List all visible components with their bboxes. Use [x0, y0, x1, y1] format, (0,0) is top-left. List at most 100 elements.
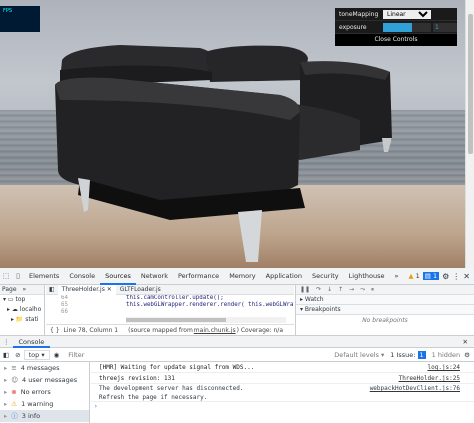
toggle-navigator-icon[interactable]: ◧	[46, 286, 58, 293]
expand-arrow-icon: ▸	[4, 412, 8, 420]
warnings-badge[interactable]: ▲ 1	[409, 272, 420, 280]
navigator-tree: ▾ ▭ top ▸ ☁ localho ▸ 📁 stati	[0, 295, 44, 325]
more-tabs-button[interactable]: »	[389, 268, 403, 285]
deactivate-breakpoints-icon[interactable]: ⤳	[360, 286, 365, 294]
console-message: [HMR] Waiting for update signal from WDS…	[91, 362, 474, 373]
dropdown-icon: ▾	[41, 350, 45, 359]
console-filter-warning[interactable]: ▸ ⚠ 1 warning	[0, 398, 89, 410]
editor-horizontal-scrollbar[interactable]	[126, 317, 286, 323]
watch-section[interactable]: ▸ Watch	[296, 295, 474, 305]
context-selector[interactable]: top ▾	[23, 349, 50, 360]
editor-scrollbar-thumb[interactable]	[126, 318, 226, 322]
file-tab-threeholder[interactable]: ThreeHolder.js ✕	[57, 284, 116, 295]
code-lines[interactable]: 64 this.camController.update(); 65 this.web…	[46, 295, 294, 317]
pause-icon[interactable]: ❚❚	[300, 286, 310, 293]
console-filter-list[interactable]: ▸ ≡ 4 messages	[0, 362, 89, 374]
pretty-print-icon[interactable]: { }	[50, 327, 60, 334]
navigator-header: Page »	[0, 285, 44, 295]
tab-lighthouse[interactable]: Lighthouse	[344, 268, 390, 285]
warning-icon: ▲	[408, 272, 414, 280]
log-levels-dropdown[interactable]: Default levels ▾	[334, 351, 384, 359]
code-line[interactable]: this.webGLWrapper.renderer.render( this.…	[126, 302, 294, 308]
tree-item[interactable]: ▸ 📁 stati	[0, 315, 44, 325]
console-filter-label: 3 info	[21, 412, 41, 420]
tab-console-drawer[interactable]: Console	[12, 336, 51, 348]
close-devtools-icon[interactable]: ✕	[463, 272, 470, 281]
console-output: [HMR] Waiting for update signal from WDS…	[91, 362, 474, 423]
editor-file-tabs: ◧ ThreeHolder.js ✕ GLTFLoader.js	[46, 284, 294, 295]
step-out-icon[interactable]: ↑	[338, 286, 343, 293]
tab-application[interactable]: Application	[261, 268, 307, 285]
tab-network[interactable]: Network	[136, 268, 173, 285]
close-controls-button[interactable]: Close Controls	[335, 34, 457, 46]
close-drawer-icon[interactable]: ✕	[463, 338, 474, 346]
clear-console-icon[interactable]: ⊘	[12, 351, 23, 359]
expand-arrow-icon: ▸	[4, 364, 8, 372]
cursor-position: Line 78, Column 1	[63, 327, 119, 334]
issues-badge[interactable]: ▤ 1	[422, 272, 440, 280]
fps-stats-panel: FPS	[0, 6, 40, 32]
tab-page[interactable]: Page	[2, 286, 17, 293]
inspect-icon[interactable]: ⬚	[0, 268, 12, 285]
console-sidebar: ▸ ≡ 4 messages ▸ ☺ 4 user messages ▸ ⊗ No errors…	[0, 362, 90, 423]
close-tab-icon[interactable]: ✕	[107, 286, 112, 293]
drawer-menu-icon[interactable]: ⋮	[0, 338, 13, 346]
step-over-icon[interactable]: ↷	[316, 286, 321, 293]
exposure-slider[interactable]	[383, 22, 431, 32]
settings-gear-icon[interactable]: ⚙	[442, 272, 449, 281]
console-filter-error[interactable]: ▸ ⊗ No errors	[0, 386, 89, 398]
tab-performance[interactable]: Performance	[173, 268, 224, 285]
console-filter-label: 4 user messages	[22, 376, 78, 384]
expand-arrow-icon: ▸	[4, 400, 8, 408]
tab-elements[interactable]: Elements	[24, 268, 64, 285]
console-prompt[interactable]: ›	[91, 402, 474, 412]
pause-on-exceptions-icon[interactable]: ⏸	[371, 286, 374, 294]
step-icon[interactable]: →	[349, 286, 354, 293]
message-text: threejs revision: 131	[99, 375, 175, 382]
more-options-icon[interactable]: ⋮	[452, 272, 460, 281]
console-settings-gear-icon[interactable]: ⚙	[464, 351, 470, 359]
live-expression-eye-icon[interactable]: ◉	[50, 351, 64, 359]
sidebar-toggle-icon[interactable]: ◧	[0, 351, 12, 359]
frame-icon: ▾ ▭	[3, 296, 16, 303]
issues-counter[interactable]: 1 Issue: 1	[390, 350, 426, 359]
message-source-link[interactable]: log.js:24	[427, 362, 460, 373]
tree-item[interactable]: ▾ ▭ top	[0, 295, 44, 305]
console-filter-label: 1 warning	[21, 400, 54, 408]
exposure-input[interactable]: 1	[433, 22, 457, 32]
issue-count-badge: 1	[417, 350, 426, 359]
tonemapping-select[interactable]: Linear	[383, 9, 431, 19]
file-tab-gltfloader[interactable]: GLTFLoader.js	[116, 285, 165, 295]
tree-item[interactable]: ▸ ☁ localho	[0, 305, 44, 315]
line-number[interactable]: 66	[46, 309, 68, 315]
tab-memory[interactable]: Memory	[224, 268, 260, 285]
page-scrollbar-thumb[interactable]	[468, 14, 473, 154]
issues-icon: ▤	[424, 272, 431, 280]
user-icon: ☺	[11, 376, 19, 384]
code-line[interactable]: this.camController.update();	[126, 295, 224, 301]
line-number[interactable]: 65	[46, 302, 68, 308]
console-filter-input[interactable]	[65, 349, 314, 360]
source-mapped-prefix: (source mapped from	[128, 327, 193, 334]
device-toolbar-icon[interactable]: ▯	[12, 268, 24, 285]
message-source-link[interactable]: webpackHotDevClient.js:76	[370, 384, 460, 393]
tab-console[interactable]: Console	[64, 268, 100, 285]
console-filter-info[interactable]: ▸ ⓘ 3 info	[0, 410, 89, 422]
tab-sources[interactable]: Sources	[100, 268, 136, 285]
breakpoints-section[interactable]: ▾ Breakpoints	[296, 305, 474, 315]
console-filter-user[interactable]: ▸ ☺ 4 user messages	[0, 374, 89, 386]
editor-status-bar: { } Line 78, Column 1 (source mapped fro…	[46, 324, 294, 336]
debugger-sidebar: ❚❚ ↷ ↓ ↑ → ⤳ ⏸ ▸ Watch ▾ Breakpoints No …	[295, 285, 474, 336]
page-scrollbar[interactable]	[465, 0, 474, 268]
message-source-link[interactable]: ThreeHolder.js:25	[399, 373, 460, 384]
error-icon: ⊗	[11, 388, 17, 396]
drawer-tab-bar: ⋮ Console ✕	[0, 336, 474, 348]
step-into-icon[interactable]: ↓	[327, 286, 332, 293]
tab-security[interactable]: Security	[307, 268, 344, 285]
webgl-canvas[interactable]: FPS toneMapping Linear exposure 1 Close …	[0, 0, 465, 268]
source-mapped-link[interactable]: main.chunk.js	[194, 327, 236, 334]
more-navigator-icon[interactable]: »	[23, 286, 27, 293]
line-number[interactable]: 64	[46, 295, 68, 301]
console-filter-label: 4 messages	[20, 364, 60, 372]
exposure-label: exposure	[339, 23, 367, 31]
